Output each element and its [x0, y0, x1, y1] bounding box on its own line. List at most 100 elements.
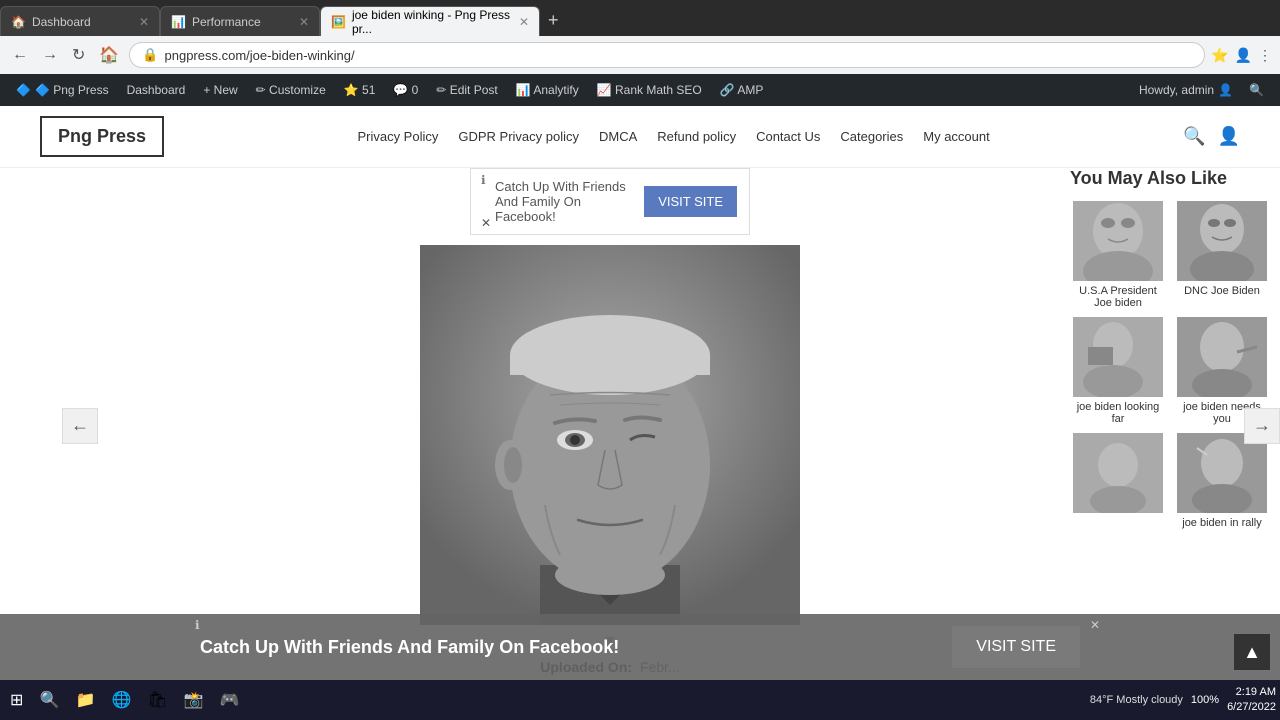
bottom-ad-close-button[interactable]: ✕ — [1090, 618, 1100, 632]
ad-visit-button[interactable]: VISIT SITE — [644, 186, 737, 217]
related-image-6 — [1177, 433, 1267, 513]
ad-info-icon: ℹ — [481, 173, 486, 187]
related-image-1 — [1073, 201, 1163, 281]
wp-edit-post-item[interactable]: ✏ Edit Post — [428, 74, 505, 106]
tab-performance[interactable]: 📊 Performance ✕ — [160, 6, 320, 36]
user-icon[interactable]: 👤 — [1218, 126, 1240, 147]
site-nav: Privacy Policy GDPR Privacy policy DMCA … — [357, 129, 989, 144]
taskbar-search-icon[interactable]: 🔍 — [33, 684, 65, 716]
bottom-ad-text: Catch Up With Friends And Family On Face… — [200, 637, 619, 658]
wp-howdy-label: Howdy, admin — [1139, 83, 1214, 97]
nav-categories[interactable]: Categories — [840, 129, 903, 144]
related-item-5[interactable] — [1070, 433, 1166, 529]
wp-amp-item[interactable]: 🔗 AMP — [712, 74, 772, 106]
home-button[interactable]: 🏠 — [95, 43, 123, 67]
time-display: 2:19 AM — [1227, 685, 1276, 700]
extensions-button[interactable]: ⭐ — [1211, 47, 1228, 64]
header-icons: 🔍 👤 — [1183, 126, 1240, 147]
profile-button[interactable]: 👤 — [1235, 47, 1252, 64]
menu-button[interactable]: ⋮ — [1258, 47, 1272, 64]
tab-performance-icon: 📊 — [171, 15, 186, 29]
related-item-6[interactable]: joe biden in rally — [1174, 433, 1270, 529]
nav-refund[interactable]: Refund policy — [657, 129, 736, 144]
wp-comments-label: 💬 0 — [393, 83, 418, 97]
lock-icon: 🔒 — [142, 47, 158, 63]
tab-dashboard[interactable]: 🏠 Dashboard ✕ — [0, 6, 160, 36]
site-header: Png Press Privacy Policy GDPR Privacy po… — [0, 106, 1280, 168]
forward-button[interactable]: → — [38, 44, 62, 66]
related-item-3[interactable]: joe biden looking far — [1070, 317, 1166, 425]
prev-arrow[interactable]: ← — [62, 408, 98, 444]
taskbar: ⊞ 🔍 📁 🌐 🛍 📸 🎮 84°F Mostly cloudy 100% 2:… — [0, 680, 1280, 720]
taskbar-game-icon[interactable]: 🎮 — [213, 684, 245, 716]
main-content: ← ℹ Catch Up With Friends And Family On … — [0, 168, 1280, 683]
taskbar-right: 84°F Mostly cloudy 100% 2:19 AM 6/27/202… — [1090, 685, 1276, 716]
related-thumb-4 — [1177, 317, 1267, 397]
start-button[interactable]: ⊞ — [4, 686, 29, 714]
taskbar-edge-icon[interactable]: 🌐 — [105, 684, 137, 716]
related-image-2 — [1177, 201, 1267, 281]
refresh-button[interactable]: ↻ — [68, 43, 89, 67]
search-icon[interactable]: 🔍 — [1183, 126, 1205, 147]
url-bar[interactable]: 🔒 pngpress.com/joe-biden-winking/ — [129, 42, 1205, 68]
tab-dashboard-icon: 🏠 — [11, 15, 26, 29]
wp-updates-label: ⭐ 51 — [344, 83, 376, 97]
tab-current-label: joe biden winking - Png Press pr... — [352, 8, 513, 36]
ad-box: ℹ Catch Up With Friends And Family On Fa… — [470, 168, 750, 235]
related-image-4 — [1177, 317, 1267, 397]
wp-dashboard-label: Dashboard — [127, 83, 186, 97]
wp-new-label: + New — [203, 83, 237, 97]
taskbar-store-icon[interactable]: 🛍 — [141, 684, 173, 716]
wp-comments-item[interactable]: 💬 0 — [385, 74, 426, 106]
right-arrow-container: → — [1244, 408, 1280, 444]
bottom-ad-info-icon: ℹ — [195, 618, 200, 632]
scroll-up-button[interactable]: ▲ — [1234, 634, 1270, 670]
related-thumb-3 — [1073, 317, 1163, 397]
wp-dashboard-item[interactable]: Dashboard — [119, 74, 194, 106]
taskbar-photos-icon[interactable]: 📸 — [177, 684, 209, 716]
tab-current-icon: 🖼️ — [331, 15, 346, 29]
wp-logo-item[interactable]: 🔷 🔷 Png Press — [8, 74, 117, 106]
tab-dashboard-close[interactable]: ✕ — [139, 15, 149, 29]
related-grid: U.S.A President Joe biden — [1070, 201, 1270, 529]
wp-howdy-item[interactable]: Howdy, admin 👤 — [1131, 83, 1241, 97]
wp-customize-item[interactable]: ✏ Customize — [248, 74, 334, 106]
nav-dmca[interactable]: DMCA — [599, 129, 637, 144]
related-image-3 — [1073, 317, 1163, 397]
weather-info: 84°F Mostly cloudy — [1090, 694, 1183, 706]
tab-current[interactable]: 🖼️ joe biden winking - Png Press pr... ✕ — [320, 6, 540, 36]
related-item-2[interactable]: DNC Joe Biden — [1174, 201, 1270, 309]
taskbar-files-icon[interactable]: 📁 — [69, 684, 101, 716]
wp-admin-right: Howdy, admin 👤 🔍 — [1131, 83, 1272, 97]
wp-updates-item[interactable]: ⭐ 51 — [336, 74, 384, 106]
wp-rankmath-item[interactable]: 📈 Rank Math SEO — [589, 74, 710, 106]
wp-new-item[interactable]: + New — [195, 74, 245, 106]
nav-my-account[interactable]: My account — [923, 129, 989, 144]
wp-avatar-icon: 👤 — [1218, 83, 1233, 97]
main-image-container — [420, 245, 800, 625]
tab-performance-label: Performance — [192, 15, 261, 29]
battery-info: 100% — [1191, 694, 1219, 706]
nav-privacy-policy[interactable]: Privacy Policy — [357, 129, 438, 144]
tab-performance-close[interactable]: ✕ — [299, 15, 309, 29]
nav-gdpr[interactable]: GDPR Privacy policy — [458, 129, 579, 144]
wp-search-item[interactable]: 🔍 — [1241, 83, 1272, 97]
ad-close-button[interactable]: ✕ — [481, 216, 491, 230]
next-arrow[interactable]: → — [1244, 408, 1280, 444]
left-sidebar: ← — [0, 168, 160, 683]
nav-contact[interactable]: Contact Us — [756, 129, 820, 144]
wp-analytify-label: 📊 Analytify — [516, 83, 579, 97]
related-image-5 — [1073, 433, 1163, 513]
wp-rankmath-label: 📈 Rank Math SEO — [597, 83, 702, 97]
bottom-visit-button[interactable]: VISIT SITE — [952, 626, 1080, 668]
wp-search-icon: 🔍 — [1249, 83, 1264, 97]
site-logo[interactable]: Png Press — [40, 116, 164, 157]
wp-analytify-item[interactable]: 📊 Analytify — [508, 74, 587, 106]
tab-current-close[interactable]: ✕ — [519, 15, 529, 29]
back-button[interactable]: ← — [8, 44, 32, 66]
bottom-ad-bar: ℹ Catch Up With Friends And Family On Fa… — [0, 614, 1280, 680]
main-image-svg — [420, 245, 800, 625]
related-item-1[interactable]: U.S.A President Joe biden — [1070, 201, 1166, 309]
new-tab-button[interactable]: + — [540, 10, 567, 31]
url-text: pngpress.com/joe-biden-winking/ — [165, 48, 355, 63]
